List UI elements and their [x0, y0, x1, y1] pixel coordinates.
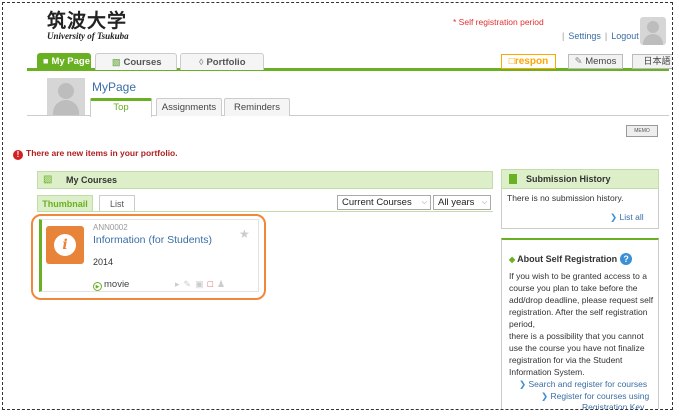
my-courses-title: My Courses [66, 175, 118, 185]
portfolio-icon: ◊ [199, 57, 204, 67]
alert-text: There are new items in your portfolio. [26, 148, 178, 158]
select-value: Current Courses [342, 197, 412, 208]
about-title-text: About Self Registration [517, 254, 618, 264]
favorite-star-icon[interactable]: ★ [239, 227, 250, 241]
tab-label: Portfolio [206, 57, 246, 68]
about-text-line: Information System. [509, 367, 585, 377]
diamond-icon: ◆ [509, 255, 516, 264]
settings-link[interactable]: Settings [568, 31, 601, 41]
user-avatar-small[interactable] [640, 17, 666, 45]
course-code: ANN0002 [93, 223, 128, 232]
tab-label: My Page [51, 56, 90, 67]
discussion-icon[interactable]: □ [208, 279, 217, 289]
about-text-line: add/drop deadline, please request self [509, 295, 654, 305]
registration-key-link[interactable]: ❯ Register for courses using [541, 391, 649, 402]
chevron-right-icon: ❯ [610, 212, 618, 222]
document-icon [509, 174, 517, 184]
course-status-icons: ▸✎▣□♟ [175, 279, 229, 290]
tab-label: Courses [123, 57, 162, 68]
search-register-link[interactable]: ❯ Search and register for courses [519, 379, 647, 390]
about-text-line: use the course you have not finalize [509, 343, 645, 353]
list-all-label: List all [619, 212, 644, 222]
chevron-right-icon: ❯ [519, 379, 527, 389]
about-text-line: course you plan to take before the [509, 283, 638, 293]
separator: | [562, 31, 565, 41]
course-year: 2014 [93, 257, 114, 267]
about-text-line: If you wish to be granted access to a [509, 271, 647, 281]
course-title-link[interactable]: Information (for Students) [93, 234, 212, 246]
tab-thumbnail[interactable]: Thumbnail [37, 195, 93, 212]
submission-history-header: Submission History [501, 169, 659, 189]
about-text-line: registration for via the Student [509, 355, 623, 365]
tab-top[interactable]: Top [90, 98, 152, 117]
logo-japanese: 筑波大学 [47, 10, 128, 32]
separator: | [604, 31, 608, 41]
memo-pencil-icon: ✎ [574, 56, 583, 67]
help-icon[interactable]: ? [620, 253, 633, 265]
respon-label: respon [514, 56, 549, 67]
submission-history-title: Submission History [526, 174, 611, 184]
report-icon[interactable]: ▣ [195, 279, 208, 289]
respon-button[interactable]: □respon [501, 54, 556, 69]
language-button[interactable]: 日本語 [632, 54, 672, 69]
members-icon[interactable]: ♟ [217, 279, 229, 289]
memos-label: Memos [585, 56, 617, 67]
course-filter-select[interactable]: Current Courses ⌵ [337, 195, 431, 210]
memos-button[interactable]: ✎ Memos [568, 54, 623, 69]
tab-courses[interactable]: ▧ Courses [95, 53, 177, 70]
top-links: | Settings | Logout [558, 31, 639, 41]
chevron-right-icon: ❯ [541, 391, 549, 401]
movie-label: movie [104, 279, 130, 290]
about-text-line: there is a possibility that you cannot [509, 331, 644, 341]
page-frame: 筑波大学 University of Tsukuba * Self regist… [2, 2, 673, 410]
main-nav: ■ My Page ▧ Courses ◊ Portfolio □respon ✎ M… [27, 53, 672, 71]
about-text-line: period, [509, 319, 535, 329]
list-all-link[interactable]: ❯ List all [610, 212, 644, 223]
registration-key-link-line2[interactable]: Registration Key [582, 402, 644, 409]
logo-english: University of Tsukuba [47, 31, 129, 41]
view-tab-baseline [37, 211, 493, 212]
select-value: All years [438, 197, 475, 208]
announcement-icon[interactable]: ▸ [175, 279, 184, 289]
year-select[interactable]: All years ⌵ [433, 195, 491, 210]
university-logo[interactable]: 筑波大学 University of Tsukuba [47, 11, 129, 41]
courses-icon: ▧ [112, 57, 121, 67]
my-courses-header: ▧ My Courses [37, 171, 493, 189]
assignment-icon[interactable]: ✎ [184, 279, 196, 289]
movie-link[interactable]: ▶ movie [93, 279, 129, 291]
submission-history-text: There is no submission history. [507, 193, 624, 203]
tab-assignments[interactable]: Assignments [156, 98, 222, 116]
courses-icon: ▧ [43, 174, 53, 185]
portfolio-alert[interactable]: ! There are new items in your portfolio. [13, 148, 178, 160]
link-label: Search and register for courses [528, 379, 648, 389]
tab-reminders[interactable]: Reminders [224, 98, 290, 116]
tab-portfolio[interactable]: ◊ Portfolio [180, 53, 264, 70]
user-icon: ■ [43, 56, 49, 66]
info-letter: i [54, 234, 76, 256]
link-label: Register for courses using [550, 391, 650, 401]
memo-icon[interactable]: MEMO [626, 125, 658, 137]
page-title: MyPage [92, 80, 137, 94]
logout-link[interactable]: Logout [611, 31, 639, 41]
alert-icon: ! [13, 150, 23, 160]
about-text-line: registration. After the self registratio… [509, 307, 648, 317]
chevron-down-icon: ⌵ [421, 199, 427, 206]
about-title: ◆ About Self Registration? [509, 253, 633, 265]
course-info-icon[interactable]: i [46, 226, 84, 264]
chevron-down-icon: ⌵ [481, 199, 487, 206]
user-avatar [47, 78, 85, 116]
self-registration-notice: * Self registration period [453, 17, 544, 27]
tab-my-page[interactable]: ■ My Page [37, 53, 91, 70]
play-icon: ▶ [93, 282, 102, 291]
tab-list[interactable]: List [99, 195, 135, 212]
